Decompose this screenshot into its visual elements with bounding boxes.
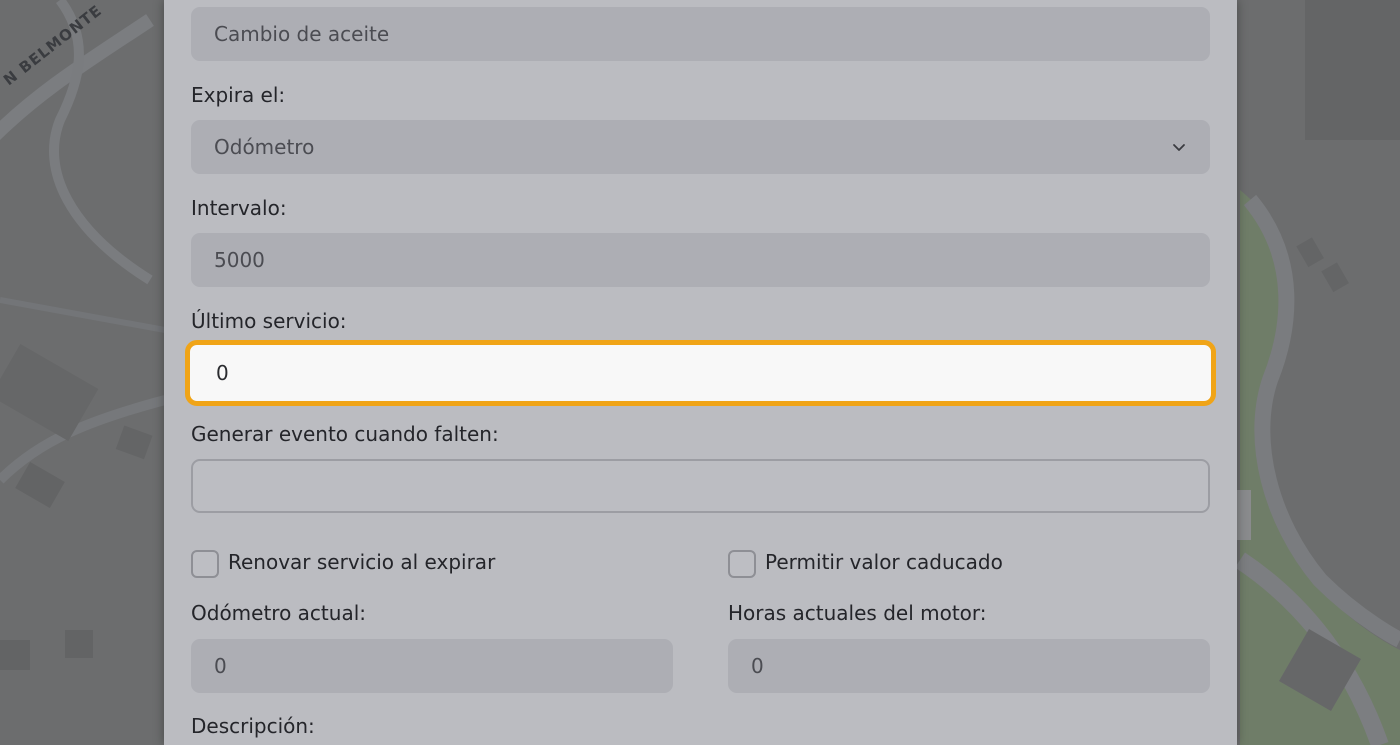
engine-hours-label: Horas actuales del motor:	[728, 601, 987, 625]
odometer-label: Odómetro actual:	[191, 601, 366, 625]
expires-select[interactable]: Odómetro	[191, 120, 1210, 174]
interval-label: Intervalo:	[191, 196, 287, 220]
event-label: Generar evento cuando falten:	[191, 422, 499, 446]
renew-service-checkbox[interactable]	[191, 550, 219, 578]
allow-expired-option[interactable]: Permitir valor caducado	[728, 546, 1003, 578]
current-engine-hours-input[interactable]	[728, 639, 1210, 693]
current-odometer-input[interactable]	[191, 639, 673, 693]
last-service-label: Último servicio:	[191, 309, 347, 333]
renew-service-label: Renovar servicio al expirar	[228, 550, 496, 574]
allow-expired-label: Permitir valor caducado	[765, 550, 1003, 574]
description-label: Descripción:	[191, 714, 315, 738]
expires-select-value: Odómetro	[214, 135, 315, 159]
allow-expired-checkbox[interactable]	[728, 550, 756, 578]
maintenance-form-dialog: Expira el: Odómetro Intervalo: Último se…	[164, 0, 1237, 745]
chevron-down-icon	[1173, 144, 1185, 151]
expires-label: Expira el:	[191, 83, 286, 107]
interval-input[interactable]	[191, 233, 1210, 287]
event-threshold-input[interactable]	[191, 459, 1210, 513]
last-service-input[interactable]	[185, 340, 1216, 406]
name-input[interactable]	[191, 7, 1210, 61]
renew-service-option[interactable]: Renovar servicio al expirar	[191, 546, 495, 578]
